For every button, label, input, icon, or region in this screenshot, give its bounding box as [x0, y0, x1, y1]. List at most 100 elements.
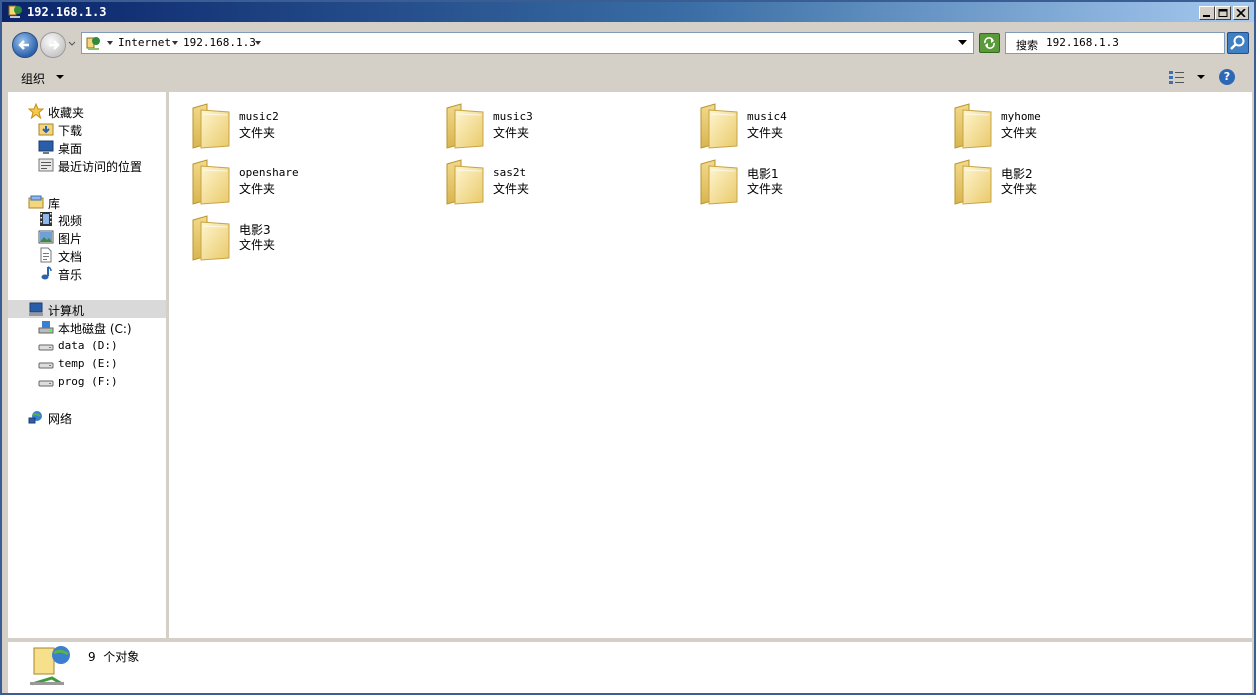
crumb-separator-icon — [172, 41, 178, 45]
folder-icon — [446, 103, 484, 149]
nav-item-label: temp (E:) — [58, 357, 118, 370]
folder-type: 文件夹 — [239, 238, 276, 252]
folder-tile[interactable]: 电影1 文件夹 — [697, 158, 897, 214]
close-icon — [1236, 9, 1246, 17]
folder-tile[interactable]: myhome 文件夹 — [951, 102, 1151, 158]
nav-favorites-label: 收藏夹 — [48, 106, 85, 120]
desktop-icon — [38, 140, 54, 154]
folder-name: music2 — [239, 110, 279, 123]
search-input[interactable]: 192.168.1.3 — [1046, 36, 1119, 49]
system-drive-icon — [38, 321, 54, 334]
back-button[interactable] — [12, 32, 38, 58]
command-toolbar: 组织 ? — [2, 62, 1254, 90]
close-button[interactable] — [1233, 6, 1249, 20]
maximize-button[interactable] — [1215, 6, 1231, 20]
nav-item-label: prog (F:) — [58, 375, 118, 388]
nav-libraries-label: 库 — [48, 197, 61, 211]
nav-item-label: 视频 — [58, 214, 83, 228]
crumb-internet[interactable]: Internet — [118, 36, 171, 49]
folder-tile[interactable]: openshare 文件夹 — [189, 158, 389, 214]
details-pane: 9 个对象 — [8, 642, 1252, 693]
folder-type: 文件夹 — [747, 182, 784, 196]
nav-computer-label: 计算机 — [48, 304, 85, 318]
crumb-separator-icon — [255, 41, 261, 45]
recent-places-icon — [38, 158, 54, 172]
folder-icon — [700, 103, 738, 149]
hard-drive-icon — [38, 380, 54, 387]
star-icon — [28, 103, 44, 119]
folder-icon — [954, 159, 992, 205]
crumb-separator-icon — [107, 41, 113, 45]
folder-tile[interactable]: 电影3 文件夹 — [189, 214, 389, 270]
nav-item-label: 下载 — [58, 124, 83, 138]
nav-item-label: 图片 — [58, 232, 83, 246]
picture-icon — [38, 230, 54, 244]
search-button[interactable] — [1227, 32, 1249, 54]
maximize-icon — [1218, 9, 1228, 17]
refresh-button[interactable] — [979, 33, 1000, 53]
folder-type: 文件夹 — [239, 126, 276, 140]
folder-name: myhome — [1001, 110, 1041, 123]
address-bar[interactable]: Internet 192.168.1.3 — [81, 32, 974, 54]
folder-tile[interactable]: music3 文件夹 — [443, 102, 643, 158]
folder-tile[interactable]: music4 文件夹 — [697, 102, 897, 158]
folder-icon — [192, 103, 230, 149]
folder-icon — [192, 159, 230, 205]
folder-type: 文件夹 — [1001, 126, 1038, 140]
folder-tile[interactable]: music2 文件夹 — [189, 102, 389, 158]
views-dropdown-icon[interactable] — [1197, 75, 1205, 80]
folder-icon — [446, 159, 484, 205]
search-label: 搜索 — [1016, 39, 1038, 52]
folder-tile[interactable]: 电影2 文件夹 — [951, 158, 1151, 214]
minimize-icon — [1203, 15, 1210, 17]
library-icon — [28, 195, 44, 209]
folder-icon — [700, 159, 738, 205]
hard-drive-icon — [38, 344, 54, 351]
folder-icon — [192, 215, 230, 261]
folder-tile[interactable]: sas2t 文件夹 — [443, 158, 643, 214]
recent-pages-dropdown-icon[interactable] — [68, 41, 76, 47]
folder-type: 文件夹 — [1001, 182, 1038, 196]
computer-icon — [29, 302, 43, 316]
item-count: 9 — [88, 650, 96, 664]
nav-network-label: 网络 — [48, 412, 73, 426]
nav-item-label: 文档 — [58, 250, 83, 264]
refresh-icon — [984, 37, 995, 49]
navigation-bar: Internet 192.168.1.3 搜索 192.168.1.3 — [2, 22, 1254, 62]
title-bar[interactable]: 192.168.1.3 — [2, 2, 1254, 22]
download-folder-icon — [38, 123, 54, 136]
arrow-left-icon — [18, 40, 29, 50]
nav-item-label: 本地磁盘 (C:) — [58, 322, 132, 336]
nav-item-label: 桌面 — [58, 142, 83, 156]
search-box[interactable]: 搜索 192.168.1.3 — [1005, 32, 1225, 54]
item-count-label: 个对象 — [103, 650, 140, 664]
folder-type: 文件夹 — [239, 182, 276, 196]
network-icon — [28, 411, 42, 424]
network-computer-icon — [8, 5, 22, 18]
arrow-right-icon — [49, 40, 60, 50]
search-icon — [1230, 35, 1245, 50]
folder-type: 文件夹 — [493, 126, 530, 140]
address-history-dropdown-icon[interactable] — [958, 40, 967, 46]
folder-icon — [954, 103, 992, 149]
explorer-window: 192.168.1.3 Internet 192.168.1.3 搜索 192.… — [0, 0, 1256, 695]
forward-button[interactable] — [40, 32, 66, 58]
crumb-host[interactable]: 192.168.1.3 — [183, 36, 256, 49]
chevron-down-icon[interactable] — [56, 75, 64, 80]
folder-name: sas2t — [493, 166, 527, 179]
minimize-button[interactable] — [1199, 6, 1215, 20]
nav-item-label: 最近访问的位置 — [58, 160, 143, 174]
folder-name: openshare — [239, 166, 299, 179]
help-icon[interactable]: ? — [1219, 69, 1235, 85]
folder-name: music4 — [747, 110, 787, 123]
folder-type: 文件夹 — [747, 126, 784, 140]
view-details-icon[interactable] — [1168, 69, 1186, 85]
folder-type: 文件夹 — [493, 182, 530, 196]
network-location-large-icon — [30, 646, 70, 686]
nav-item-label: data (D:) — [58, 339, 118, 352]
video-icon — [40, 212, 52, 226]
network-location-icon — [86, 37, 100, 50]
organize-button[interactable]: 组织 — [21, 70, 45, 87]
nav-item-label: 音乐 — [58, 268, 83, 282]
document-icon — [40, 247, 52, 263]
